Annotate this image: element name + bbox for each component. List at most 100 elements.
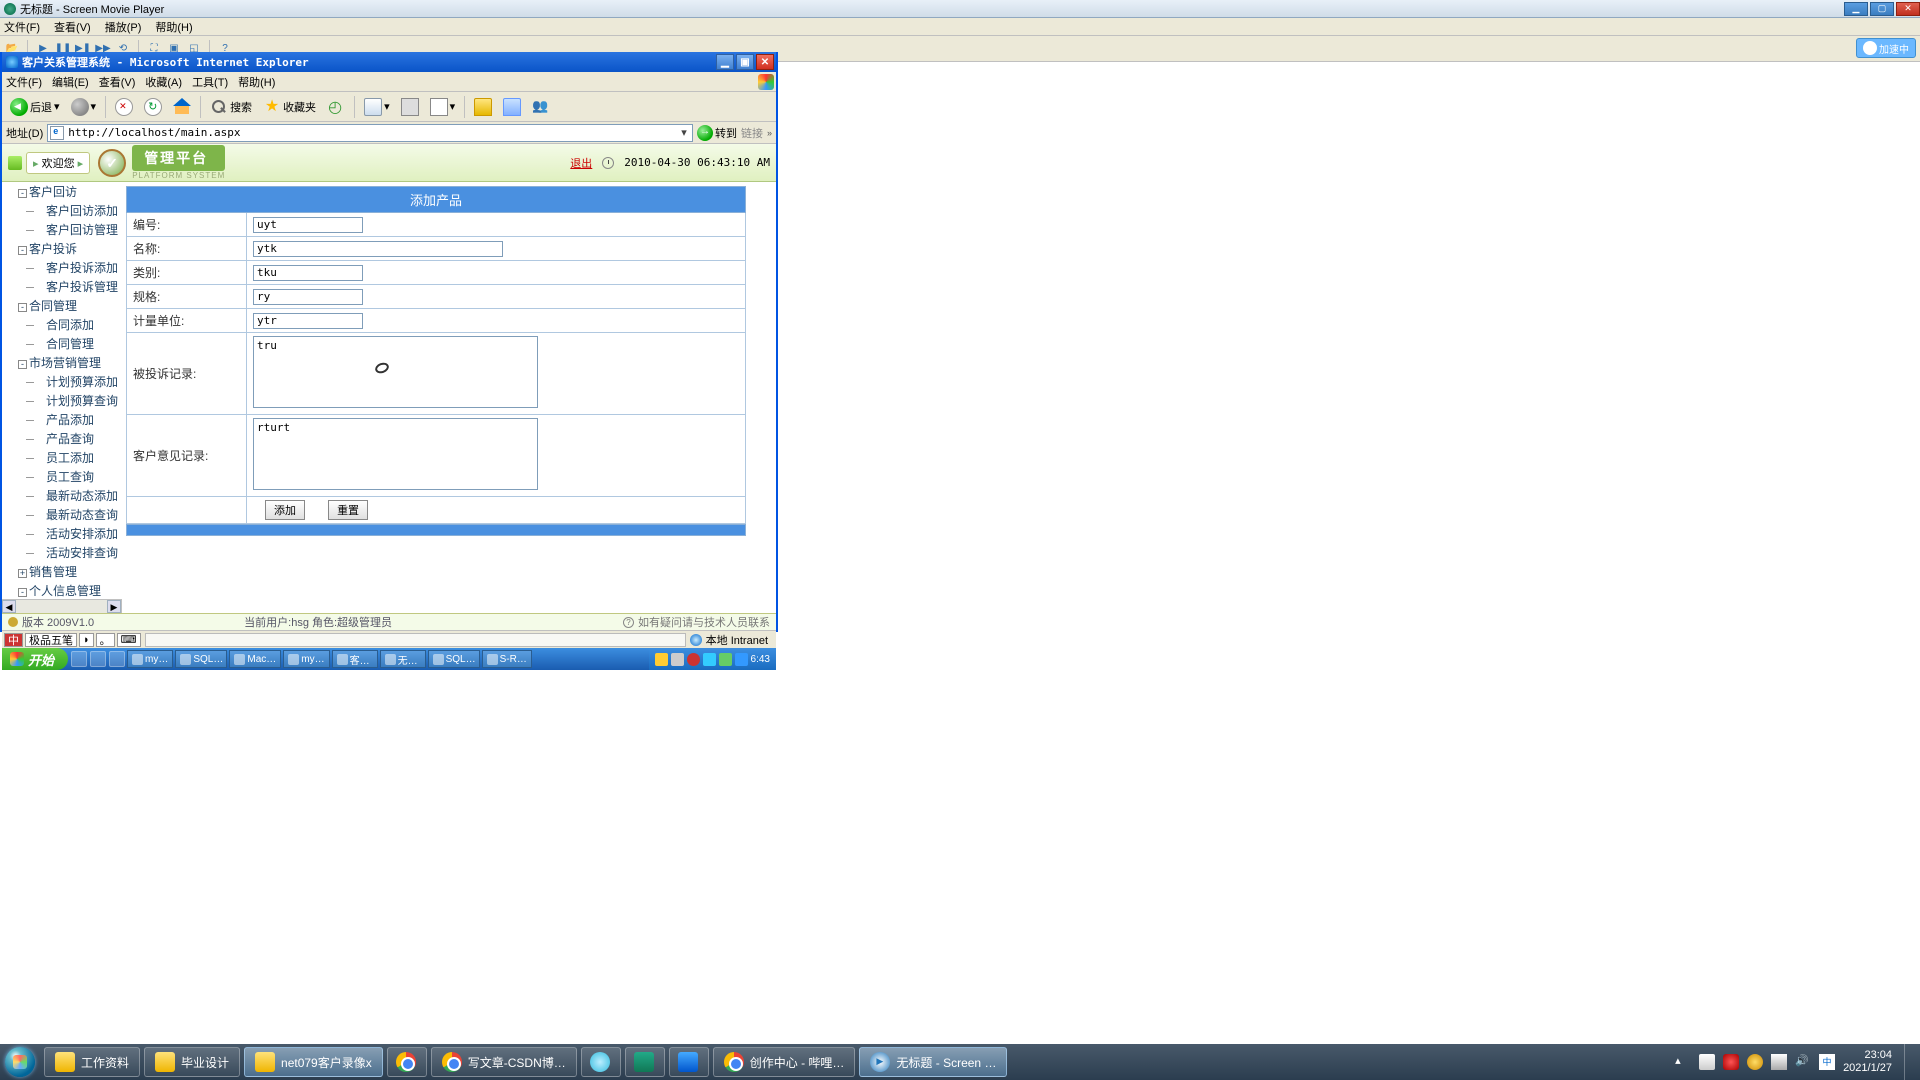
win7-start-button[interactable]: [0, 1044, 40, 1080]
win7-taskbar-item[interactable]: 写文章-CSDN博…: [431, 1047, 577, 1077]
tree-item[interactable]: 产品查询: [2, 429, 122, 448]
ime-half-icon[interactable]: ◗: [79, 633, 94, 647]
tree-toggle-icon[interactable]: -: [18, 303, 27, 312]
tree-item[interactable]: -市场营销管理: [2, 353, 122, 372]
chevron-right-icon[interactable]: »: [767, 128, 772, 138]
tree-item[interactable]: 客户投诉添加: [2, 258, 122, 277]
tree-item[interactable]: 合同添加: [2, 315, 122, 334]
tree-item[interactable]: 产品添加: [2, 410, 122, 429]
tree-item[interactable]: 最新动态查询: [2, 505, 122, 524]
xp-taskbar-item[interactable]: S-R…: [482, 650, 532, 668]
tree-item[interactable]: 活动安排查询: [2, 543, 122, 562]
win7-taskbar-item[interactable]: 工作资料: [44, 1047, 140, 1077]
ime-punct-icon[interactable]: 。: [96, 633, 115, 647]
ime-name[interactable]: 极品五笔: [25, 633, 77, 647]
tray-sync-icon[interactable]: [1747, 1054, 1763, 1070]
tray-shield-icon[interactable]: [1723, 1054, 1739, 1070]
win7-taskbar-item[interactable]: 毕业设计: [144, 1047, 240, 1077]
tree-toggle-icon[interactable]: -: [18, 246, 27, 255]
folder-button[interactable]: [470, 96, 496, 118]
input-category[interactable]: [253, 265, 363, 281]
tray-icon[interactable]: [703, 653, 716, 666]
edit-button[interactable]: ▾: [426, 96, 460, 118]
xp-taskbar-item[interactable]: SQL…: [175, 650, 227, 668]
mail-button[interactable]: ▾: [360, 96, 394, 118]
back-button[interactable]: 后退▾: [6, 96, 64, 118]
tree-item[interactable]: 员工查询: [2, 467, 122, 486]
tree-item[interactable]: -客户投诉: [2, 239, 122, 258]
xp-taskbar-item[interactable]: SQL…: [428, 650, 480, 668]
xp-taskbar-item[interactable]: 无…: [380, 650, 426, 668]
win7-taskbar-item[interactable]: 无标题 - Screen …: [859, 1047, 1007, 1077]
logout-link[interactable]: 退出: [570, 155, 592, 171]
xp-taskbar-item[interactable]: Mac…: [229, 650, 281, 668]
tray-network-icon[interactable]: [1771, 1054, 1787, 1070]
win7-taskbar-item[interactable]: [625, 1047, 665, 1077]
tree-item[interactable]: -客户回访: [2, 182, 122, 201]
quicklaunch-icon[interactable]: [71, 651, 87, 667]
ime-softkb-icon[interactable]: ⌨: [117, 633, 141, 647]
address-input-wrapper[interactable]: ▾: [47, 124, 693, 142]
ie-menu-tools[interactable]: 工具(T): [192, 74, 228, 90]
player-menu-view[interactable]: 查看(V): [54, 19, 91, 35]
links-label[interactable]: 链接: [741, 125, 763, 141]
print-button[interactable]: [397, 96, 423, 118]
scroll-left-icon[interactable]: ◀: [2, 600, 16, 613]
address-dropdown-icon[interactable]: ▾: [676, 126, 692, 139]
xp-taskbar-item[interactable]: 客…: [332, 650, 378, 668]
tree-item[interactable]: -个人信息管理: [2, 581, 122, 599]
win7-taskbar-item[interactable]: 创作中心 - 哔哩…: [713, 1047, 856, 1077]
player-menu-help[interactable]: 帮助(H): [155, 19, 192, 35]
input-unit[interactable]: [253, 313, 363, 329]
player-menu-file[interactable]: 文件(F): [4, 19, 40, 35]
add-button[interactable]: 添加: [265, 500, 305, 520]
scroll-right-icon[interactable]: ▶: [107, 600, 121, 613]
tray-volume-icon[interactable]: 🔊: [1795, 1054, 1811, 1070]
tree-item[interactable]: 客户回访管理: [2, 220, 122, 239]
nav-tree[interactable]: -客户回访客户回访添加客户回访管理-客户投诉客户投诉添加客户投诉管理-合同管理合…: [2, 182, 122, 599]
recording-indicator[interactable]: 加速中: [1856, 38, 1916, 58]
stop-button[interactable]: [111, 96, 137, 118]
tree-item[interactable]: 活动安排添加: [2, 524, 122, 543]
tray-icon[interactable]: [719, 653, 732, 666]
ie-close-button[interactable]: ✕: [756, 54, 774, 70]
tree-item[interactable]: 最新动态添加: [2, 486, 122, 505]
xp-start-button[interactable]: 开始: [2, 648, 68, 670]
tree-item[interactable]: 计划预算查询: [2, 391, 122, 410]
ie-maximize-button[interactable]: ▣: [736, 54, 754, 70]
tree-toggle-icon[interactable]: +: [18, 569, 27, 578]
address-input[interactable]: [68, 126, 676, 139]
tray-icon[interactable]: [671, 653, 684, 666]
tree-item[interactable]: 客户投诉管理: [2, 277, 122, 296]
tree-item[interactable]: 员工添加: [2, 448, 122, 467]
search-button[interactable]: 搜索: [206, 96, 256, 118]
go-button[interactable]: 转到: [697, 125, 737, 141]
ie-minimize-button[interactable]: ▁: [716, 54, 734, 70]
tray-flag-icon[interactable]: [1699, 1054, 1715, 1070]
win7-taskbar-item[interactable]: net079客户录像x: [244, 1047, 383, 1077]
tray-icon[interactable]: [687, 653, 700, 666]
reset-button[interactable]: 重置: [328, 500, 368, 520]
tray-icon[interactable]: [655, 653, 668, 666]
forward-button[interactable]: ▾: [67, 96, 101, 118]
ie-menu-favorites[interactable]: 收藏(A): [145, 74, 182, 90]
tree-toggle-icon[interactable]: -: [18, 360, 27, 369]
quicklaunch-icon[interactable]: [109, 651, 125, 667]
player-maximize-button[interactable]: ▢: [1870, 2, 1894, 16]
win7-taskbar-item[interactable]: [387, 1047, 427, 1077]
tray-ime-icon[interactable]: 中: [1819, 1054, 1835, 1070]
tree-item[interactable]: -合同管理: [2, 296, 122, 315]
ie-menu-file[interactable]: 文件(F): [6, 74, 42, 90]
tree-toggle-icon[interactable]: -: [18, 588, 27, 597]
win7-clock[interactable]: 23:04 2021/1/27: [1843, 1049, 1892, 1075]
show-desktop-button[interactable]: [1904, 1044, 1914, 1080]
favorites-button[interactable]: 收藏夹: [259, 96, 320, 118]
player-menu-play[interactable]: 播放(P): [105, 19, 142, 35]
tree-hscrollbar[interactable]: ◀ ▶: [2, 599, 121, 613]
ie-menu-help[interactable]: 帮助(H): [238, 74, 275, 90]
ie-menu-view[interactable]: 查看(V): [99, 74, 136, 90]
tree-item[interactable]: 客户回访添加: [2, 201, 122, 220]
tree-item[interactable]: 合同管理: [2, 334, 122, 353]
xp-taskbar-item[interactable]: my…: [127, 650, 173, 668]
tree-item[interactable]: 计划预算添加: [2, 372, 122, 391]
